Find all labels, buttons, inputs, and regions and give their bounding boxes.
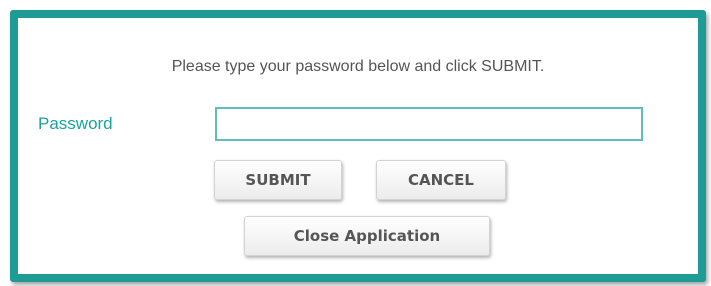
password-label: Password bbox=[38, 114, 113, 133]
cancel-button[interactable]: CANCEL bbox=[376, 160, 506, 200]
password-dialog: Please type your password below and clic… bbox=[10, 10, 706, 282]
instruction-text: Please type your password below and clic… bbox=[171, 58, 545, 75]
submit-button[interactable]: SUBMIT bbox=[214, 160, 342, 200]
close-application-button[interactable]: Close Application bbox=[244, 216, 490, 256]
password-input[interactable] bbox=[215, 107, 643, 141]
